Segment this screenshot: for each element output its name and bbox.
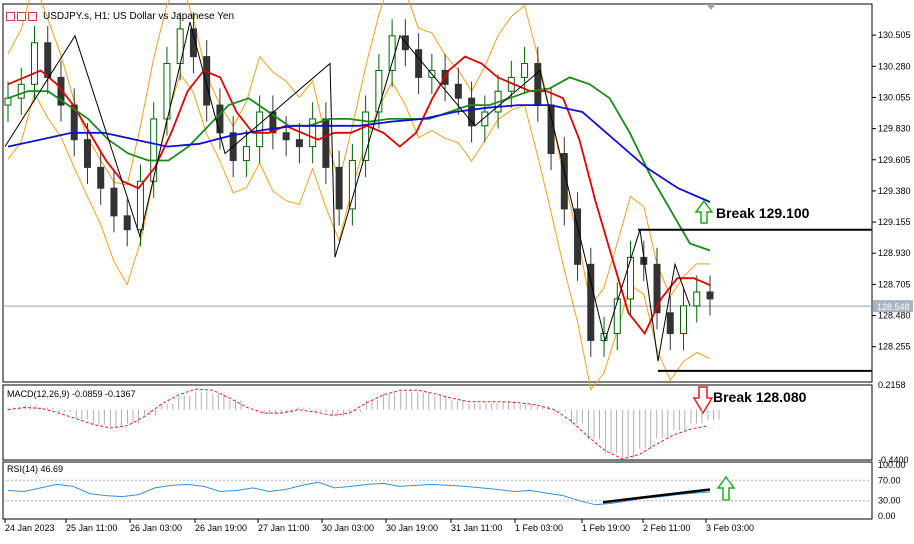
candle-body [216,104,224,134]
candle-body [693,291,701,307]
y-tick-label: 130.505 [878,30,911,40]
candle-body [203,56,211,106]
candle-body [415,49,423,78]
rsi-label: RSI(14) 46.69 [7,464,64,474]
x-tick-label: 24 Jan 2023 [5,523,55,533]
candle-body [348,159,356,210]
x-tick-label: 2 Feb 11:00 [643,523,690,533]
candle-body [282,132,290,141]
x-tick-label: 27 Jan 11:00 [258,523,309,533]
y-tick-label: 128.930 [878,248,911,258]
x-tick-label: 30 Jan 19:00 [386,523,438,533]
candle-body [97,166,105,189]
y-tick-label: 130.055 [878,92,911,102]
rsi-y-tick-label: 70.00 [878,475,901,485]
y-tick-label: 129.155 [878,217,911,227]
chart-title: USDJPY.s, H1: US Dollar vs Japanese Yen [43,10,235,22]
y-tick-label: 129.830 [878,124,911,134]
rsi-y-tick-label: 100.00 [878,460,906,470]
y-tick-label: 128.705 [878,279,911,289]
candle-body [534,63,542,106]
chart: 130.505 130.280 130.055 129.830 129.605 129.3… [0,0,914,539]
candle-body [587,263,595,341]
candle-body [123,215,131,231]
x-tick-label: 1 Feb 03:00 [515,523,563,533]
x-tick-label: 3 Feb 03:00 [706,523,754,533]
x-tick-label: 26 Jan 19:00 [195,523,247,533]
break-up-label: Break 129.100 [716,205,810,221]
restore-icon[interactable] [17,11,26,21]
window-controls [6,11,37,21]
x-tick-label: 1 Feb 19:00 [582,523,630,533]
minimize-icon[interactable] [6,11,15,21]
candle-body [521,63,529,78]
candle-body [295,139,303,148]
candle-body [335,166,343,210]
rsi-panel [2,461,873,520]
candle-body [454,83,462,99]
candle-body [547,104,555,155]
maximize-icon[interactable] [28,11,37,21]
candle-body [388,35,396,71]
candle-body [83,139,91,168]
x-tick-label: 26 Jan 03:00 [130,523,182,533]
break-down-label: Break 128.080 [713,389,807,405]
candle-body [17,83,25,99]
chart-header: USDJPY.s, H1: US Dollar vs Japanese Yen [6,8,234,24]
y-tick-label: 128.255 [878,342,911,352]
main-panel [2,3,873,383]
x-tick-label: 31 Jan 11:00 [451,523,502,533]
candle-body [627,256,635,300]
candle-body [30,42,38,85]
y-tick-label: 130.280 [878,61,911,71]
candle-body [4,97,12,106]
y-tick-label: 129.605 [878,155,911,165]
candle-body [706,291,714,300]
current-price-label: 128.548 [877,302,910,312]
macd-label: MACD(12,26,9) -0.0859 -0.1367 [7,389,136,399]
rsi-y-tick-label: 0.00 [878,511,896,521]
candle-body [176,28,184,65]
rsi-y-tick-label: 30.00 [878,496,901,506]
candle-body [44,42,52,78]
x-tick-label: 30 Jan 03:00 [322,523,374,533]
candle-body [256,111,264,148]
x-tick-label: 25 Jan 11:00 [66,523,117,533]
candle-body [666,312,674,335]
candle-body [680,305,688,335]
candle-body [375,69,383,113]
candle-body [242,146,250,161]
y-tick-label: 129.380 [878,186,911,196]
macd-y-tick-label: 0.2158 [878,380,906,390]
candle-body [110,187,118,217]
candle-body [613,298,621,335]
chart-canvas: 130.505 130.280 130.055 129.830 129.605 129.3… [2,0,913,533]
